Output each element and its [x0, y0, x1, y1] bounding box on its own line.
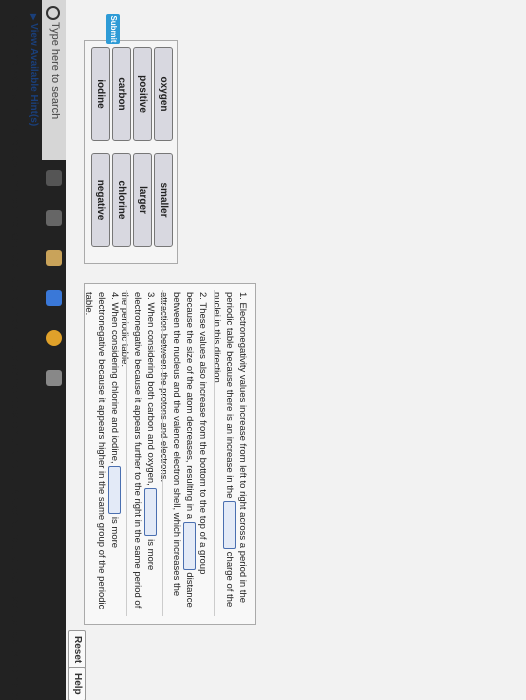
blank-3[interactable] [144, 488, 157, 537]
taskbar-search[interactable]: Type here to search [42, 0, 66, 160]
sentence-2: 2. These values also increase from the b… [157, 292, 209, 612]
file-explorer-icon[interactable] [46, 250, 62, 266]
divider [162, 290, 163, 616]
sentence-4-before: 4. When considering chlorine and iodine, [108, 292, 120, 464]
sentence-panel: 1. Electronegativity values increase fro… [82, 283, 256, 625]
submit-button[interactable]: Submit [106, 14, 120, 44]
word-tile[interactable]: chlorine [112, 153, 131, 247]
blank-4[interactable] [108, 466, 121, 515]
word-tile[interactable]: iodine [91, 47, 110, 141]
task-view-icon[interactable] [46, 210, 62, 226]
search-ring-icon [46, 6, 60, 20]
hint-link[interactable]: ▶ View Available Hint(s) [28, 14, 39, 126]
reset-button[interactable]: Reset [68, 630, 86, 670]
word-tile[interactable]: positive [133, 47, 152, 141]
triangle-icon: ▶ [29, 14, 38, 21]
sentence-1: 1. Electronegativity values increase fro… [210, 292, 249, 612]
divider [126, 290, 127, 616]
mic-icon[interactable] [46, 170, 62, 186]
instructions: Match the words in the left column to th… [9, 14, 21, 700]
word-bank: oxygen positive carbon iodine smaller la… [84, 40, 178, 264]
word-tile[interactable]: smaller [154, 153, 173, 247]
sentence-4: 4. When considering chlorine and iodine,… [82, 292, 121, 612]
calculator-icon[interactable] [46, 370, 62, 386]
edge-icon[interactable] [46, 290, 62, 306]
blank-1[interactable] [223, 501, 236, 550]
sentence-3-before: 3. When considering both carbon and oxyg… [144, 292, 156, 486]
word-tile[interactable]: larger [133, 153, 152, 247]
chrome-icon[interactable] [46, 330, 62, 346]
sentence-3: 3. When considering both carbon and oxyg… [118, 292, 157, 612]
word-tile[interactable]: oxygen [154, 47, 173, 141]
word-tile[interactable]: carbon [112, 47, 131, 141]
hint-link-label: View Available Hint(s) [28, 23, 39, 127]
blank-2[interactable] [183, 521, 196, 570]
search-placeholder: Type here to search [49, 22, 61, 120]
word-tile[interactable]: negative [91, 153, 110, 247]
help-button[interactable]: Help [68, 667, 86, 700]
photo-of-screen: 1. Electronegativity values increase fro… [0, 0, 526, 700]
divider [214, 290, 215, 616]
laptop-screen: 1. Electronegativity values increase fro… [0, 0, 526, 700]
